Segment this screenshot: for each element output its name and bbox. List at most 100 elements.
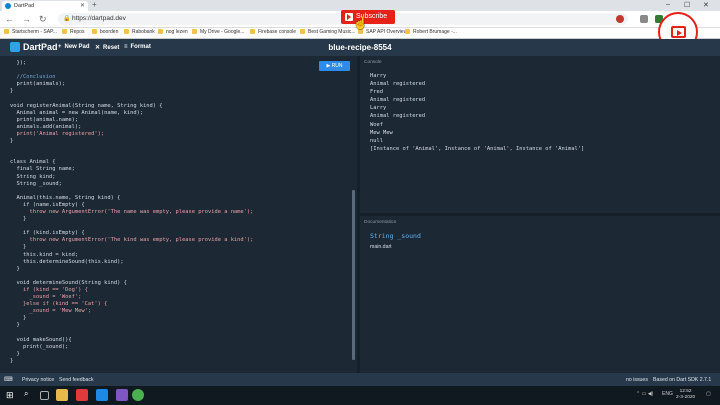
code-line[interactable] bbox=[10, 145, 253, 152]
windows-start-icon[interactable]: ⊞ bbox=[6, 389, 18, 401]
code-line[interactable]: class Animal { bbox=[10, 159, 253, 166]
code-line[interactable]: _sound = 'Mew Mew'; bbox=[10, 308, 253, 315]
code-line[interactable]: if (kind.isEmpty) { bbox=[10, 230, 253, 237]
extension-icon[interactable] bbox=[616, 15, 624, 23]
code-line[interactable]: } bbox=[10, 315, 253, 322]
code-line[interactable] bbox=[10, 223, 253, 230]
code-editor[interactable]: }); //Conclusion print(animals);} void r… bbox=[0, 56, 355, 373]
dartpad-header: DartPad + New Pad ✕ Reset ≡ Format blue-rec… bbox=[0, 39, 720, 56]
code-line[interactable]: this.determineSound(this.kind); bbox=[10, 259, 253, 266]
code-line[interactable]: Animal(this.name, String kind) { bbox=[10, 195, 253, 202]
windows-taskbar: ⊞ ⌕ ⌃ ▭ ◀) ENG 12:52 2-3-2020 ▢ bbox=[0, 386, 720, 405]
notification-icon[interactable]: ▢ bbox=[706, 391, 711, 397]
documentation-panel: Documentation String _sound main.dart bbox=[360, 216, 720, 373]
code-line[interactable]: void makeSound(){ bbox=[10, 337, 253, 344]
code-line[interactable]: print(_sound); bbox=[10, 344, 253, 351]
code-line[interactable]: void determineSound(String kind) { bbox=[10, 280, 253, 287]
code-line[interactable]: print(animal.name); bbox=[10, 117, 253, 124]
bookmark-item[interactable]: nog lezen bbox=[158, 29, 188, 35]
search-icon[interactable]: ⌕ bbox=[24, 389, 36, 401]
code-line[interactable]: final String name; bbox=[10, 166, 253, 173]
console-output: Harry Animal registered Fred Animal registe… bbox=[370, 72, 584, 153]
documentation-title: Documentation bbox=[364, 220, 397, 225]
code-line[interactable]: throw new ArgumentError('The name was em… bbox=[10, 209, 253, 216]
code-line[interactable] bbox=[10, 330, 253, 337]
youtube-play-icon bbox=[345, 13, 353, 21]
code-text[interactable]: }); //Conclusion print(animals);} void r… bbox=[10, 60, 253, 365]
doc-file-link[interactable]: main.dart bbox=[370, 244, 392, 250]
console-line: Woef bbox=[370, 121, 383, 128]
bookmark-item[interactable]: boorden bbox=[92, 29, 118, 35]
bookmark-item[interactable]: Startscherm - SAP... bbox=[4, 29, 57, 35]
code-line[interactable]: } bbox=[10, 216, 253, 223]
send-feedback-link[interactable]: Send feedback bbox=[59, 377, 94, 383]
code-line[interactable]: throw new ArgumentError('The kind was em… bbox=[10, 237, 253, 244]
url-text: https://dartpad.dev bbox=[72, 15, 126, 22]
app-icon[interactable] bbox=[76, 389, 88, 401]
code-line[interactable]: String kind; bbox=[10, 174, 253, 181]
back-arrow-icon[interactable]: ← bbox=[5, 14, 14, 24]
bookmark-item[interactable]: Firebase console bbox=[250, 29, 296, 35]
keyboard-icon[interactable]: ⌨ bbox=[4, 376, 13, 383]
code-line[interactable]: } bbox=[10, 351, 253, 358]
vscode-icon[interactable] bbox=[96, 389, 108, 401]
run-button[interactable]: ▶ RUN bbox=[319, 61, 350, 71]
bookmark-item[interactable]: Robert Brumage -... bbox=[405, 29, 457, 35]
code-line[interactable]: //Conclusion bbox=[10, 74, 253, 81]
code-line[interactable]: }else if (kind == 'Cat') { bbox=[10, 301, 253, 308]
bookmark-item[interactable]: My Drive - Google... bbox=[192, 29, 244, 35]
run-label: RUN bbox=[331, 63, 343, 69]
browser-tab[interactable]: DartPad ✕ bbox=[2, 1, 88, 11]
privacy-notice-link[interactable]: Privacy notice bbox=[22, 377, 54, 383]
code-line[interactable]: String _sound; bbox=[10, 181, 253, 188]
bookmark-item[interactable]: Rabobank bbox=[124, 29, 155, 35]
editor-scrollbar[interactable] bbox=[352, 190, 355, 360]
console-line: [Instance of 'Animal', Instance of 'Anim… bbox=[370, 145, 585, 152]
bookmark-item[interactable]: Best Gaming Music... bbox=[300, 29, 356, 35]
pad-name: blue-recipe-8554 bbox=[328, 43, 392, 52]
code-line[interactable]: void registerAnimal(String name, String … bbox=[10, 103, 253, 110]
minimize-icon[interactable]: – bbox=[666, 1, 670, 8]
code-line[interactable] bbox=[10, 188, 253, 195]
language-indicator[interactable]: ENG bbox=[662, 391, 673, 397]
close-window-icon[interactable]: ✕ bbox=[703, 1, 709, 9]
close-tab-icon[interactable]: ✕ bbox=[80, 2, 85, 9]
tray-icons[interactable]: ⌃ ▭ ◀) bbox=[636, 391, 653, 397]
code-line[interactable] bbox=[10, 273, 253, 280]
console-title: Console bbox=[364, 60, 382, 65]
code-line[interactable] bbox=[10, 95, 253, 102]
tab-title: DartPad bbox=[14, 3, 35, 9]
subscribe-button[interactable]: Subscribe bbox=[341, 10, 395, 24]
visual-studio-icon[interactable] bbox=[116, 389, 128, 401]
forward-arrow-icon[interactable]: → bbox=[22, 14, 31, 24]
extension-icon[interactable] bbox=[640, 15, 648, 23]
code-line[interactable]: } bbox=[10, 88, 253, 95]
code-line[interactable]: this.kind = kind; bbox=[10, 252, 253, 259]
code-line[interactable]: } bbox=[10, 358, 253, 365]
new-tab-button[interactable]: + bbox=[92, 0, 97, 9]
mouse-cursor-icon: ☝ bbox=[353, 16, 368, 30]
file-explorer-icon[interactable] bbox=[56, 389, 68, 401]
code-line[interactable] bbox=[10, 152, 253, 159]
code-line[interactable]: _sound = 'Woef'; bbox=[10, 294, 253, 301]
code-line[interactable]: } bbox=[10, 244, 253, 251]
code-line[interactable]: print(animals); bbox=[10, 81, 253, 88]
chrome-icon[interactable] bbox=[132, 389, 144, 401]
code-line[interactable]: } bbox=[10, 138, 253, 145]
code-line[interactable]: } bbox=[10, 322, 253, 329]
bookmark-item[interactable]: Repos bbox=[62, 29, 84, 35]
system-clock[interactable]: 12:52 2-3-2020 bbox=[676, 389, 695, 401]
code-line[interactable]: if (kind == 'Dog') { bbox=[10, 287, 253, 294]
reload-icon[interactable]: ↻ bbox=[39, 14, 47, 25]
maximize-icon[interactable]: ☐ bbox=[684, 1, 690, 9]
code-line[interactable] bbox=[10, 67, 253, 74]
code-line[interactable]: Animal animal = new Animal(name, kind); bbox=[10, 110, 253, 117]
code-line[interactable]: } bbox=[10, 266, 253, 273]
code-line[interactable]: animals.add(animal); bbox=[10, 124, 253, 131]
code-line[interactable]: }); bbox=[10, 60, 253, 67]
console-line: Mew Mew bbox=[370, 129, 393, 136]
task-view-icon[interactable] bbox=[40, 391, 49, 400]
code-line[interactable]: print('Animal registered'); bbox=[10, 131, 253, 138]
code-line[interactable]: if (name.isEmpty) { bbox=[10, 202, 253, 209]
console-line: Fred bbox=[370, 89, 383, 96]
